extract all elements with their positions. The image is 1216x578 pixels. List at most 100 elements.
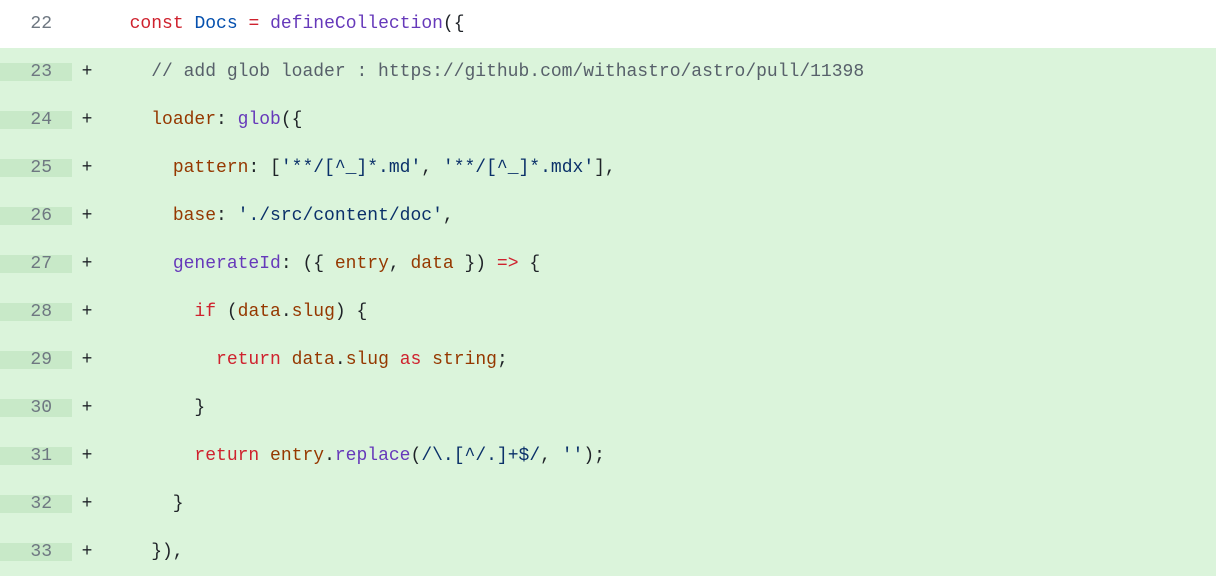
code-token: data	[238, 302, 281, 322]
code-token	[108, 62, 151, 82]
code-token	[108, 446, 194, 466]
code-token	[259, 446, 270, 466]
code-token: data	[292, 350, 335, 370]
code-token: (	[216, 302, 238, 322]
code-token: defineCollection	[270, 14, 443, 34]
diff-line[interactable]: 33+ }),	[0, 528, 1216, 576]
code-token	[108, 110, 151, 130]
code-token: Docs	[194, 14, 237, 34]
code-token: // add glob loader : https://github.com/…	[151, 62, 864, 82]
code-content[interactable]: }),	[102, 543, 1216, 561]
code-token: slug	[346, 350, 389, 370]
code-token	[281, 350, 292, 370]
diff-marker: +	[72, 111, 102, 129]
line-number: 23	[0, 63, 72, 81]
diff-line[interactable]: 29+ return data.slug as string;	[0, 336, 1216, 384]
diff-line[interactable]: 23+ // add glob loader : https://github.…	[0, 48, 1216, 96]
code-token: ({	[281, 110, 303, 130]
line-number: 30	[0, 399, 72, 417]
line-number: 31	[0, 447, 72, 465]
code-token: replace	[335, 446, 411, 466]
code-token: as	[400, 350, 422, 370]
code-token: ) {	[335, 302, 367, 322]
code-content[interactable]: // add glob loader : https://github.com/…	[102, 63, 1216, 81]
code-token: =	[248, 14, 259, 34]
diff-line[interactable]: 24+ loader: glob({	[0, 96, 1216, 144]
code-token: pattern	[173, 158, 249, 178]
code-token: ({	[443, 14, 465, 34]
code-token	[421, 350, 432, 370]
code-content[interactable]: }	[102, 495, 1216, 513]
code-token: ''	[562, 446, 584, 466]
diff-marker: +	[72, 63, 102, 81]
diff-marker: +	[72, 495, 102, 513]
line-number: 27	[0, 255, 72, 273]
code-token: :	[216, 110, 238, 130]
diff-marker: +	[72, 351, 102, 369]
code-content[interactable]: pattern: ['**/[^_]*.md', '**/[^_]*.mdx']…	[102, 159, 1216, 177]
diff-line[interactable]: 31+ return entry.replace(/\.[^/.]+$/, ''…	[0, 432, 1216, 480]
diff-line[interactable]: 32+ }	[0, 480, 1216, 528]
code-token: {	[519, 254, 541, 274]
code-token: .	[281, 302, 292, 322]
code-content[interactable]: return data.slug as string;	[102, 351, 1216, 369]
diff-line[interactable]: 25+ pattern: ['**/[^_]*.md', '**/[^_]*.m…	[0, 144, 1216, 192]
code-token: '**/[^_]*.md'	[281, 158, 421, 178]
code-token: '**/[^_]*.mdx'	[443, 158, 594, 178]
code-token: }	[108, 398, 205, 418]
diff-line[interactable]: 30+ }	[0, 384, 1216, 432]
code-token: ,	[389, 254, 411, 274]
code-token	[108, 350, 216, 370]
diff-marker: +	[72, 303, 102, 321]
code-token: const	[130, 14, 184, 34]
code-token: generateId	[173, 254, 281, 274]
code-token: ,	[443, 206, 454, 226]
code-token	[108, 254, 173, 274]
line-number: 24	[0, 111, 72, 129]
line-number: 28	[0, 303, 72, 321]
line-number: 29	[0, 351, 72, 369]
code-token: base	[173, 206, 216, 226]
diff-marker: +	[72, 255, 102, 273]
code-token: : ({	[281, 254, 335, 274]
code-token	[108, 158, 173, 178]
code-token: })	[454, 254, 497, 274]
code-content[interactable]: base: './src/content/doc',	[102, 207, 1216, 225]
line-number: 22	[0, 15, 72, 33]
code-token: =>	[497, 254, 519, 274]
code-token: .	[324, 446, 335, 466]
code-content[interactable]: return entry.replace(/\.[^/.]+$/, '');	[102, 447, 1216, 465]
code-token: glob	[238, 110, 281, 130]
code-token	[108, 302, 194, 322]
diff-view: 22 const Docs = defineCollection({23+ //…	[0, 0, 1216, 576]
code-content[interactable]: loader: glob({	[102, 111, 1216, 129]
code-token: slug	[292, 302, 335, 322]
code-token: /\.[^/.]+$/	[421, 446, 540, 466]
line-number: 32	[0, 495, 72, 513]
diff-line[interactable]: 26+ base: './src/content/doc',	[0, 192, 1216, 240]
code-content[interactable]: if (data.slug) {	[102, 303, 1216, 321]
code-token: if	[194, 302, 216, 322]
code-token: ],	[594, 158, 616, 178]
code-token: ,	[540, 446, 562, 466]
code-token	[259, 14, 270, 34]
code-token	[108, 14, 130, 34]
code-token: .	[335, 350, 346, 370]
diff-marker: +	[72, 159, 102, 177]
code-token: './src/content/doc'	[238, 206, 443, 226]
diff-line[interactable]: 27+ generateId: ({ entry, data }) => {	[0, 240, 1216, 288]
code-token	[238, 14, 249, 34]
code-content[interactable]: generateId: ({ entry, data }) => {	[102, 255, 1216, 273]
code-token: }),	[108, 542, 184, 562]
diff-line[interactable]: 28+ if (data.slug) {	[0, 288, 1216, 336]
code-token	[184, 14, 195, 34]
code-token: :	[216, 206, 238, 226]
code-content[interactable]: }	[102, 399, 1216, 417]
diff-marker: +	[72, 447, 102, 465]
diff-line[interactable]: 22 const Docs = defineCollection({	[0, 0, 1216, 48]
code-token: entry	[270, 446, 324, 466]
code-content[interactable]: const Docs = defineCollection({	[102, 15, 1216, 33]
diff-marker: +	[72, 543, 102, 561]
code-token	[108, 206, 173, 226]
diff-marker: +	[72, 207, 102, 225]
